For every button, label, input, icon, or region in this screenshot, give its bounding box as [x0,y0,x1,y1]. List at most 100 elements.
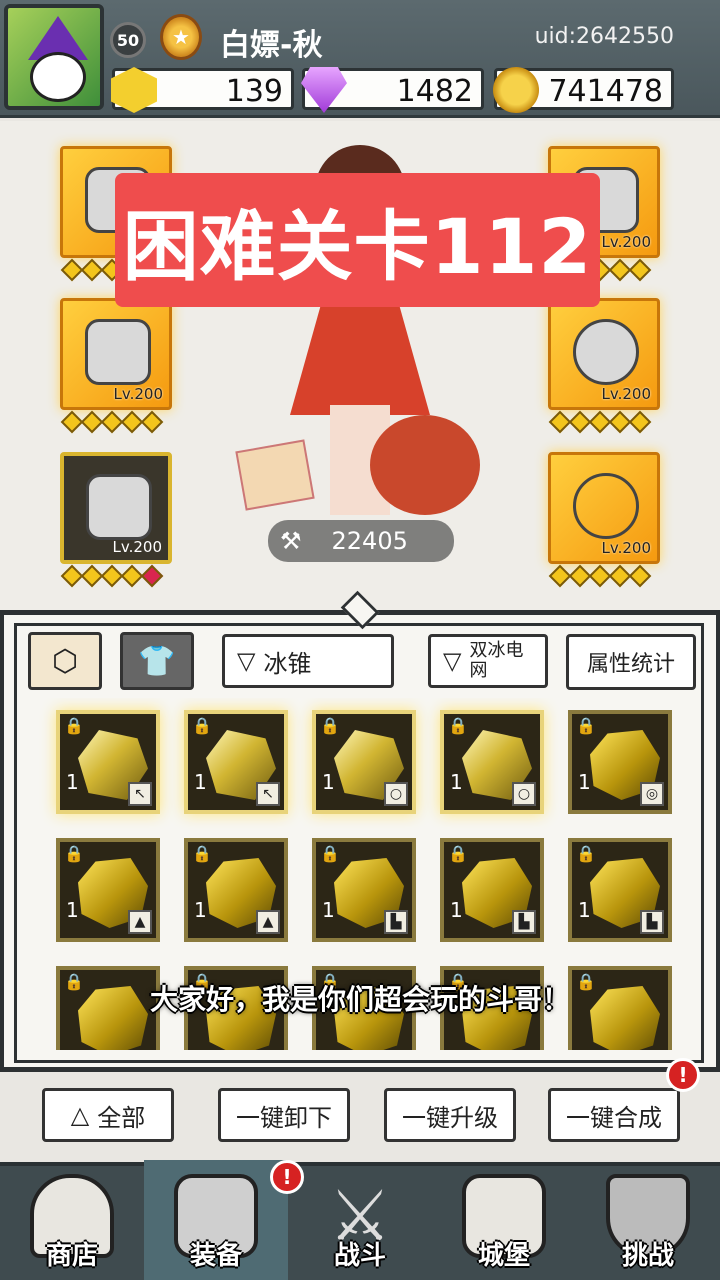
boots-type-icon: ▙ [640,910,664,934]
nav-shop[interactable]: 商店 [0,1160,144,1280]
weapon-type-icon: ↖ [256,782,280,806]
item-count: 1 [66,898,79,922]
item-count: 1 [322,898,335,922]
dropdown-triangle-icon: ▽ [443,647,462,675]
gift-box-icon [235,439,315,511]
video-subtitle: 大家好，我是你们超会玩的斗哥！ [149,983,570,1016]
show-all-button[interactable]: △ 全部 [42,1088,174,1142]
ring-level: Lv.200 [601,385,651,403]
boots-type-icon: ▙ [512,910,536,934]
tab-gems[interactable]: ⬡ [28,632,102,690]
ring-stars [548,410,652,434]
armor-slot[interactable]: Lv.200 [60,298,172,410]
filter-2-label: 双冰电网 [469,640,524,681]
player-name: 白嫖-秋 [220,28,323,63]
unequip-all-button[interactable]: 一键卸下 [218,1088,350,1142]
power-display: ⚒ 22405 [268,520,454,562]
equipment-notification-badge: ! [270,1160,304,1194]
ring-icon [573,319,639,385]
item-count: 1 [450,898,463,922]
inventory-item[interactable]: 🔒 1 ▙ [568,838,672,942]
tab-equipment[interactable]: 👕 [120,632,194,690]
nav-battle[interactable]: ⚔ 战斗 [288,1160,432,1280]
avatar-face [30,52,86,102]
inventory-item[interactable]: 🔒 1 ○ [440,710,544,814]
gem-value: 1482 [396,74,473,109]
coin-resource[interactable]: 741478 [493,67,674,113]
weapon-type-icon: ↖ [128,782,152,806]
stats-button[interactable]: 属性统计 [566,634,696,690]
power-value: 22405 [331,527,408,555]
gem-resource[interactable]: 1482 [301,67,484,113]
boots-type-icon: ▙ [384,910,408,934]
lock-icon[interactable]: 🔒 [448,716,468,738]
nav-castle[interactable]: 城堡 [432,1160,576,1280]
lock-icon[interactable]: 🔒 [64,844,84,866]
filter-dropdown-1[interactable]: ▽ 冰锥 [222,634,394,688]
lock-icon[interactable]: 🔒 [576,716,596,738]
level-banner: 困难关卡112 [115,173,600,307]
boots-level: Lv.200 [112,538,162,556]
necklace-slot[interactable]: Lv.200 [548,452,660,564]
medal-icon[interactable]: ★ [160,14,202,60]
inventory-item[interactable]: 🔒 1 ▙ [312,838,416,942]
armor-level: Lv.200 [113,385,163,403]
show-all-label: 全部 [97,1103,146,1132]
inventory-item[interactable]: 🔒 1 ◎ [568,710,672,814]
necklace-type-icon: ○ [384,782,408,806]
lock-icon[interactable]: 🔒 [576,844,596,866]
necklace-type-icon: ○ [512,782,536,806]
coin-icon [493,67,539,113]
player-avatar[interactable] [4,4,104,110]
nav-equipment[interactable]: 装备 [144,1160,288,1280]
player-uid: uid:2642550 [534,24,674,49]
inventory-item[interactable]: 🔒 1 ▙ [440,838,544,942]
inventory-item[interactable]: 🔒 1 ▲ [56,838,160,942]
top-bar: 50 ★ 白嫖-秋 uid:2642550 139 1482 741478 [0,0,720,118]
inventory-item[interactable]: 🔒 1 ↖ [184,710,288,814]
gold-resource[interactable]: 139 [111,67,294,113]
necklace-level: Lv.200 [601,539,651,557]
boot-icon [86,474,152,540]
money-bag-icon [370,415,480,515]
lock-icon[interactable]: 🔒 [320,844,340,866]
necklace-icon [573,473,639,539]
boots-stars [60,564,164,588]
lock-icon[interactable]: 🔒 [448,844,468,866]
gold-icon [111,67,157,113]
upgrade-all-button[interactable]: 一键升级 [384,1088,516,1142]
item-count: 1 [194,898,207,922]
nav-challenge[interactable]: 挑战 [576,1160,720,1280]
cloak-icon [85,319,151,385]
lock-icon[interactable]: 🔒 [320,716,340,738]
merge-notification-badge: ! [666,1058,700,1092]
power-icon: ⚒ [280,527,302,555]
necklace-stars [548,564,652,588]
nav-shop-label: 商店 [45,1241,98,1271]
lock-icon[interactable]: 🔒 [192,716,212,738]
gem-icon [301,67,347,113]
gem-outline-icon: ⬡ [51,643,79,679]
weapon-level: Lv.200 [601,233,651,251]
filter-dropdown-2[interactable]: ▽ 双冰电网 [428,634,548,688]
item-count: 1 [578,770,591,794]
dropdown-triangle-icon: ▽ [237,647,256,675]
nav-equipment-label: 装备 [189,1241,242,1271]
nav-battle-label: 战斗 [333,1241,386,1271]
lock-icon[interactable]: 🔒 [192,844,212,866]
gold-value: 139 [225,74,283,109]
lock-icon[interactable]: 🔒 [64,716,84,738]
up-triangle-icon: △ [70,1101,90,1129]
filter-1-label: 冰锥 [263,649,312,678]
inventory-item[interactable]: 🔒 1 ▲ [184,838,288,942]
merge-all-button[interactable]: 一键合成 [548,1088,680,1142]
boots-slot[interactable]: Lv.200 [60,452,172,564]
inventory-item[interactable]: 🔒 1 ○ [312,710,416,814]
shirt-icon: 👕 [138,643,176,679]
item-count: 1 [66,770,79,794]
armor-type-icon: ▲ [128,910,152,934]
armor-type-icon: ▲ [256,910,280,934]
item-count: 1 [578,898,591,922]
inventory-item[interactable]: 🔒 1 ↖ [56,710,160,814]
ring-slot[interactable]: Lv.200 [548,298,660,410]
